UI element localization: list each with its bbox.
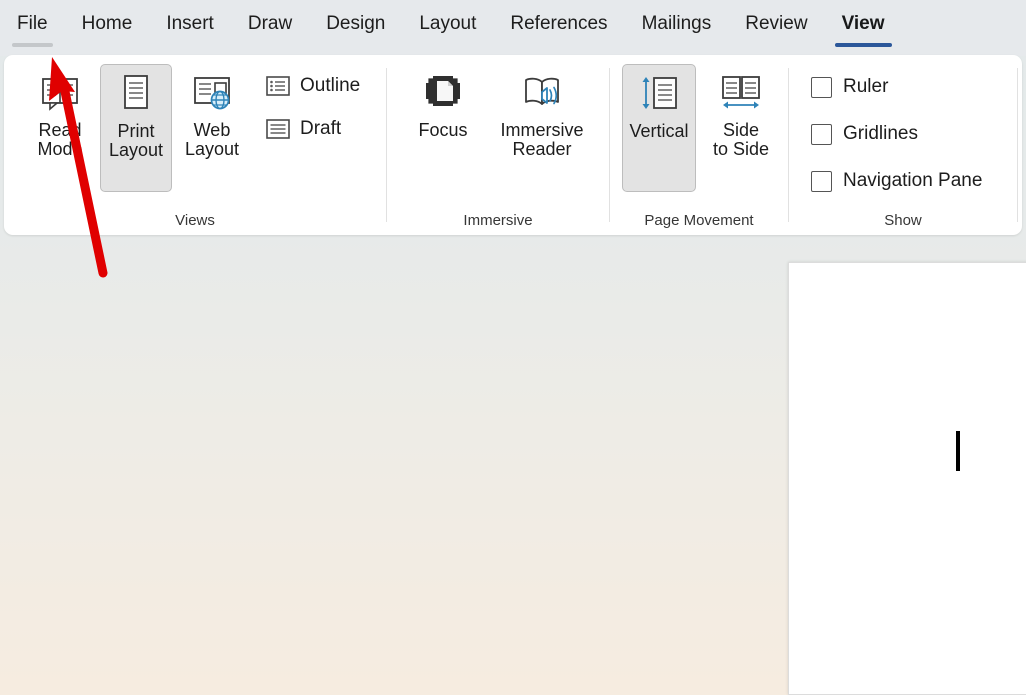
show-checkbox-list: Ruler Gridlines Navigation Pane bbox=[811, 67, 982, 201]
document-page[interactable] bbox=[788, 262, 1026, 695]
ribbon-group-immersive: Focus Immersive Reader Immersive bbox=[387, 55, 609, 235]
tab-view[interactable]: View bbox=[825, 0, 902, 56]
gridlines-checkbox-row[interactable]: Gridlines bbox=[811, 114, 982, 154]
tab-label: References bbox=[510, 13, 608, 34]
navigation-pane-checkbox-row[interactable]: Navigation Pane bbox=[811, 161, 982, 201]
web-layout-icon bbox=[190, 70, 234, 114]
outline-label: Outline bbox=[300, 74, 361, 96]
ribbon-group-views: Read Mode Print Layout Web Layout Outlin… bbox=[4, 55, 386, 235]
vertical-label: Vertical bbox=[629, 121, 689, 141]
tab-label: Mailings bbox=[641, 13, 712, 34]
tab-label: Layout bbox=[419, 13, 477, 34]
group-label-views: Views bbox=[175, 211, 215, 229]
tab-insert[interactable]: Insert bbox=[149, 0, 231, 56]
gridlines-label: Gridlines bbox=[843, 123, 918, 144]
ribbon: Read Mode Print Layout Web Layout Outlin… bbox=[4, 55, 1022, 235]
focus-label: Focus bbox=[418, 120, 468, 140]
tab-label: Home bbox=[81, 13, 133, 34]
ruler-checkbox[interactable] bbox=[811, 76, 832, 98]
tab-label: Design bbox=[326, 13, 386, 34]
vertical-icon bbox=[637, 71, 681, 115]
tab-label: Review bbox=[745, 13, 808, 34]
group-label-immersive: Immersive bbox=[463, 211, 533, 229]
outline-button[interactable]: Outline bbox=[262, 68, 368, 103]
tab-label: Insert bbox=[166, 13, 214, 34]
views-small-buttons: Outline Draft bbox=[262, 68, 368, 146]
tab-file[interactable]: File bbox=[0, 0, 65, 56]
outline-icon bbox=[265, 73, 291, 99]
tab-references[interactable]: References bbox=[493, 0, 624, 56]
tab-mailings[interactable]: Mailings bbox=[625, 0, 729, 56]
side-to-side-icon bbox=[719, 70, 763, 114]
print-layout-label: Print Layout bbox=[108, 121, 164, 161]
ribbon-group-page-movement: Vertical Side to Side Page Movement bbox=[610, 55, 788, 235]
text-cursor bbox=[956, 431, 960, 471]
tab-label: View bbox=[841, 13, 885, 34]
draft-label: Draft bbox=[300, 117, 342, 139]
focus-icon bbox=[421, 70, 465, 114]
focus-button[interactable]: Focus bbox=[407, 64, 479, 192]
tab-layout[interactable]: Layout bbox=[402, 0, 493, 56]
immersive-reader-button[interactable]: Immersive Reader bbox=[487, 64, 597, 192]
draft-icon bbox=[265, 116, 291, 142]
read-mode-label: Read Mode bbox=[37, 120, 83, 160]
immersive-reader-icon bbox=[520, 70, 564, 114]
tab-label: File bbox=[17, 13, 48, 34]
group-separator bbox=[1017, 68, 1018, 222]
read-mode-icon bbox=[38, 70, 82, 114]
gridlines-checkbox[interactable] bbox=[811, 123, 832, 145]
tab-draw[interactable]: Draw bbox=[231, 0, 309, 56]
ribbon-group-show: Ruler Gridlines Navigation Pane Show bbox=[789, 55, 1017, 235]
print-layout-icon bbox=[114, 71, 158, 115]
tab-label: Draw bbox=[247, 13, 293, 34]
vertical-button[interactable]: Vertical bbox=[622, 64, 696, 192]
ribbon-tab-strip: File Home Insert Draw Design Layout Refe… bbox=[0, 0, 1026, 56]
group-label-page-movement: Page Movement bbox=[644, 211, 754, 229]
ruler-label: Ruler bbox=[843, 76, 889, 97]
tab-review[interactable]: Review bbox=[728, 0, 824, 56]
navigation-pane-checkbox[interactable] bbox=[811, 170, 832, 192]
group-label-show: Show bbox=[884, 211, 922, 229]
side-to-side-button[interactable]: Side to Side bbox=[702, 64, 780, 192]
navigation-pane-label: Navigation Pane bbox=[843, 170, 983, 191]
read-mode-button[interactable]: Read Mode bbox=[24, 64, 96, 192]
web-layout-label: Web Layout bbox=[184, 120, 240, 160]
tab-home[interactable]: Home bbox=[65, 0, 150, 56]
web-layout-button[interactable]: Web Layout bbox=[176, 64, 248, 192]
draft-button[interactable]: Draft bbox=[262, 111, 368, 146]
ruler-checkbox-row[interactable]: Ruler bbox=[811, 67, 982, 107]
print-layout-button[interactable]: Print Layout bbox=[100, 64, 172, 192]
tab-design[interactable]: Design bbox=[309, 0, 402, 56]
immersive-reader-label: Immersive Reader bbox=[500, 120, 584, 160]
side-to-side-label: Side to Side bbox=[712, 120, 770, 160]
